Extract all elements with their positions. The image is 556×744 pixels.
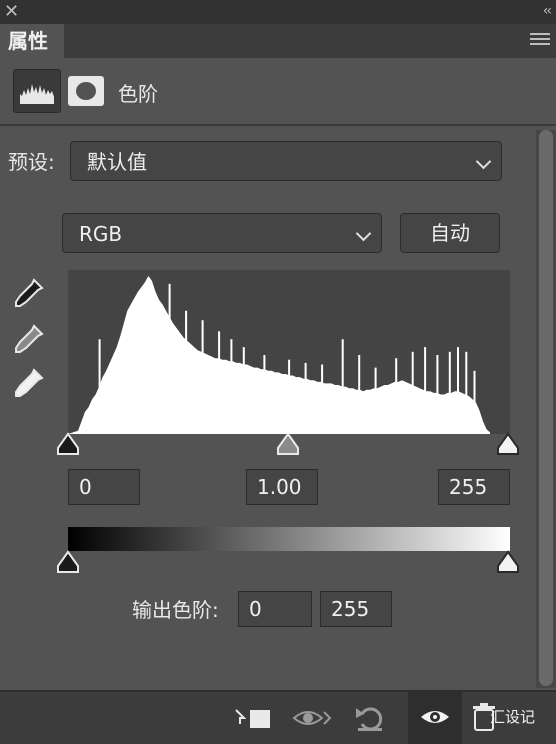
chevron-down-icon	[475, 153, 492, 170]
output-white-field[interactable]: 255	[320, 591, 392, 627]
histogram-spike	[448, 351, 451, 434]
histogram-spike	[135, 307, 138, 434]
watermark-text: 汇设记	[490, 708, 536, 726]
mask-icon[interactable]	[68, 76, 104, 106]
view-previous-state-icon[interactable]	[292, 704, 332, 732]
histogram-spike	[358, 355, 361, 434]
preset-label: 预设:	[8, 150, 55, 174]
histogram-spike	[201, 320, 204, 434]
black-point-eyedropper-icon[interactable]	[12, 276, 46, 310]
histogram-spike	[242, 347, 245, 434]
histogram	[68, 270, 510, 434]
histogram-spike	[411, 351, 414, 434]
input-black-handle	[57, 432, 79, 455]
visibility-eye-icon[interactable]	[420, 704, 450, 730]
histogram-spike	[304, 362, 307, 434]
histogram-spike	[465, 351, 468, 434]
histogram-spike	[148, 291, 150, 434]
histogram-spike	[395, 358, 398, 434]
white-point-eyedropper-icon[interactable]	[12, 366, 46, 400]
levels-adjustment-icon[interactable]	[13, 69, 61, 113]
input-gamma-field[interactable]: 1.00	[246, 469, 318, 505]
histogram-spike	[321, 364, 324, 434]
scrollbar-thumb[interactable]	[539, 130, 553, 686]
histogram-spike	[424, 347, 427, 434]
input-levels-slider[interactable]	[54, 432, 524, 460]
histogram-spike	[230, 339, 233, 434]
histogram-spike	[374, 367, 377, 434]
output-black-handle	[57, 550, 79, 573]
preset-value: 默认值	[87, 150, 147, 174]
histogram-spike	[288, 359, 291, 434]
clip-to-layer-icon[interactable]	[232, 704, 272, 732]
auto-button[interactable]: 自动	[400, 213, 500, 253]
chevron-down-icon	[355, 225, 372, 242]
panel-menu-icon[interactable]	[530, 33, 550, 47]
adjustment-title: 色阶	[118, 82, 158, 106]
input-gamma-handle	[277, 432, 299, 455]
histogram-spike	[168, 283, 171, 434]
input-white-field[interactable]: 255	[438, 469, 510, 505]
collapse-icon[interactable]: ‹‹	[543, 0, 552, 22]
histogram-spike	[218, 331, 221, 434]
panel-top-strip	[0, 0, 556, 24]
output-black-field[interactable]: 0	[238, 591, 312, 627]
output-levels-slider[interactable]	[54, 550, 524, 578]
histogram-spike	[341, 339, 344, 434]
input-white-handle	[497, 432, 519, 455]
histogram-spike	[185, 310, 188, 434]
output-gradient-bar	[68, 527, 510, 551]
channel-dropdown[interactable]: RGB	[62, 213, 382, 253]
histogram-spike	[263, 355, 266, 434]
close-icon[interactable]: ✕	[4, 0, 19, 24]
header-divider	[0, 124, 556, 126]
preset-dropdown[interactable]: 默认值	[70, 141, 502, 181]
gray-point-eyedropper-icon[interactable]	[12, 322, 46, 356]
histogram-spike	[457, 347, 459, 434]
histogram-spike	[436, 355, 439, 434]
histogram-spike	[98, 339, 101, 434]
channel-value: RGB	[79, 222, 123, 246]
input-black-field[interactable]: 0	[68, 469, 140, 505]
histogram-spike	[473, 370, 476, 434]
output-levels-label: 输出色阶:	[132, 598, 219, 622]
reset-icon[interactable]	[352, 702, 388, 734]
tab-properties-label: 属性	[8, 29, 48, 53]
tab-bar	[0, 24, 556, 58]
output-white-handle	[497, 550, 519, 573]
histogram-area	[68, 276, 490, 434]
bottom-divider	[0, 690, 556, 692]
